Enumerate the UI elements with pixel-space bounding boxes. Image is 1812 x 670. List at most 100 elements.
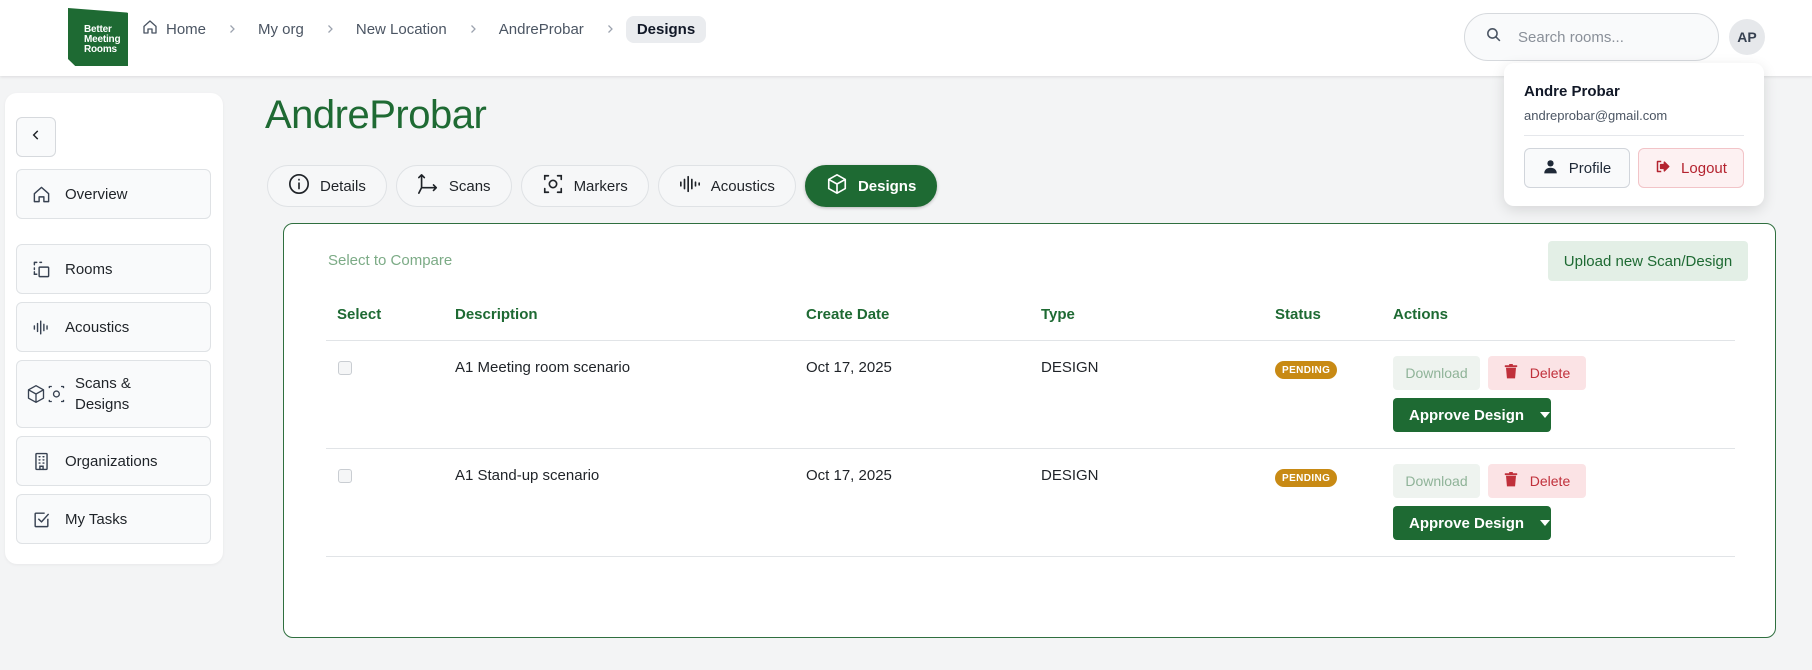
- breadcrumb-new-location[interactable]: New Location: [356, 21, 447, 38]
- delete-button[interactable]: Delete: [1488, 464, 1586, 498]
- sidebar-item-organizations[interactable]: Organizations: [16, 436, 211, 486]
- row-create-date: Oct 17, 2025: [806, 359, 892, 376]
- sidebar-item-overview[interactable]: Overview: [16, 169, 211, 219]
- logout-button[interactable]: Logout: [1638, 148, 1744, 188]
- row-type: DESIGN: [1041, 467, 1099, 484]
- chevron-left-icon: [29, 128, 43, 147]
- tab-acoustics[interactable]: Acoustics: [657, 165, 796, 207]
- table-divider: [326, 556, 1735, 557]
- cube-icon: [826, 173, 848, 199]
- sidebar-item-my-tasks[interactable]: My Tasks: [16, 494, 211, 544]
- sidebar-item-label: Organizations: [65, 452, 158, 470]
- rooms-icon: [21, 260, 61, 279]
- tab-label: Markers: [573, 177, 628, 195]
- cube-scan-icon: [21, 384, 71, 404]
- sidebar-item-scans-designs[interactable]: Scans & Designs: [16, 360, 211, 428]
- tab-markers[interactable]: Markers: [520, 165, 649, 207]
- column-header-description: Description: [455, 306, 538, 323]
- checkbox-icon: [21, 510, 61, 529]
- breadcrumb-andreprobar[interactable]: AndreProbar: [499, 21, 584, 38]
- chevron-right-icon: [324, 23, 336, 35]
- breadcrumb-label: Designs: [636, 20, 696, 38]
- column-header-status: Status: [1275, 306, 1321, 323]
- collapse-sidebar-button[interactable]: [16, 117, 56, 157]
- sidebar-item-label: Scans & Designs: [75, 375, 131, 413]
- search-input[interactable]: [1518, 28, 1708, 46]
- building-icon: [21, 452, 61, 471]
- app-logo[interactable]: Better Meeting Rooms: [68, 8, 128, 66]
- designs-panel: Select to Compare Upload new Scan/Design…: [283, 223, 1776, 638]
- approve-design-button[interactable]: Approve Design: [1393, 506, 1551, 540]
- column-header-create-date: Create Date: [806, 306, 890, 323]
- axes-icon: [417, 173, 439, 199]
- user-menu-popover: Andre Probar andreprobar@gmail.com Profi…: [1504, 63, 1764, 206]
- column-header-select: Select: [337, 306, 382, 323]
- tab-details[interactable]: Details: [267, 165, 387, 207]
- chevron-right-icon: [604, 23, 616, 35]
- approve-label: Approve Design: [1409, 406, 1525, 424]
- download-button[interactable]: Download: [1393, 464, 1480, 498]
- user-email: andreprobar@gmail.com: [1524, 108, 1668, 123]
- trash-icon: [1504, 364, 1518, 382]
- user-name: Andre Probar: [1524, 83, 1620, 100]
- sidebar-item-rooms[interactable]: Rooms: [16, 244, 211, 294]
- trash-icon: [1504, 472, 1518, 490]
- breadcrumb-label: New Location: [355, 20, 447, 38]
- tab-bar: Details Scans Markers Acoustics Designs: [267, 165, 938, 207]
- status-badge: PENDING: [1275, 469, 1338, 487]
- tab-label: Acoustics: [710, 177, 775, 195]
- table-divider: [326, 340, 1735, 341]
- breadcrumb: Home My org New Location AndreProbar Des…: [142, 14, 707, 44]
- sidebar-item-label: My Tasks: [65, 510, 128, 528]
- delete-label: Delete: [1529, 473, 1571, 489]
- avatar[interactable]: AP: [1729, 19, 1765, 55]
- row-description: A1 Meeting room scenario: [455, 359, 631, 376]
- breadcrumb-home[interactable]: Home: [142, 19, 206, 39]
- breadcrumb-label: Home: [166, 20, 207, 38]
- delete-button[interactable]: Delete: [1488, 356, 1586, 390]
- delete-label: Delete: [1529, 365, 1571, 381]
- select-to-compare-label: Select to Compare: [328, 252, 453, 269]
- search-icon: [1485, 26, 1502, 48]
- scan-marker-icon: [542, 173, 564, 199]
- sidebar: Overview Rooms Acoustics Scans & Designs…: [5, 93, 223, 564]
- breadcrumb-designs[interactable]: Designs: [625, 15, 707, 43]
- info-icon: [288, 173, 310, 199]
- logout-label: Logout: [1681, 159, 1727, 177]
- breadcrumb-label: AndreProbar: [498, 20, 584, 38]
- chevron-right-icon: [226, 23, 238, 35]
- breadcrumb-my-org[interactable]: My org: [258, 21, 304, 38]
- column-header-actions: Actions: [1393, 306, 1449, 323]
- waveform-icon: [21, 318, 61, 337]
- profile-label: Profile: [1568, 159, 1612, 177]
- page-title: AndreProbar: [265, 93, 487, 137]
- tab-label: Scans: [448, 177, 491, 195]
- row-select-checkbox[interactable]: [338, 361, 352, 375]
- row-select-checkbox[interactable]: [338, 469, 352, 483]
- profile-button[interactable]: Profile: [1524, 148, 1630, 188]
- breadcrumb-label: My org: [258, 20, 304, 38]
- download-button[interactable]: Download: [1393, 356, 1480, 390]
- approve-design-button[interactable]: Approve Design: [1393, 398, 1551, 432]
- tab-scans[interactable]: Scans: [395, 165, 512, 207]
- table-divider: [326, 448, 1735, 449]
- row-description: A1 Stand-up scenario: [455, 467, 600, 484]
- upload-scan-design-button[interactable]: Upload new Scan/Design: [1548, 241, 1748, 281]
- status-badge: PENDING: [1275, 361, 1338, 379]
- home-icon: [21, 185, 61, 204]
- sidebar-item-label: Acoustics: [65, 318, 130, 336]
- row-create-date: Oct 17, 2025: [806, 467, 892, 484]
- tab-designs[interactable]: Designs: [804, 165, 938, 207]
- tab-label: Details: [320, 177, 366, 195]
- approve-label: Approve Design: [1409, 514, 1525, 532]
- search-box[interactable]: [1464, 13, 1719, 61]
- waveform-icon: [679, 173, 701, 199]
- logo-line: Rooms: [84, 44, 117, 55]
- sidebar-item-label: Overview: [65, 185, 128, 203]
- user-icon: [1543, 159, 1558, 178]
- sidebar-item-label: Rooms: [65, 260, 113, 278]
- divider: [1524, 135, 1744, 136]
- home-icon: [142, 19, 158, 39]
- column-header-type: Type: [1041, 306, 1075, 323]
- sidebar-item-acoustics[interactable]: Acoustics: [16, 302, 211, 352]
